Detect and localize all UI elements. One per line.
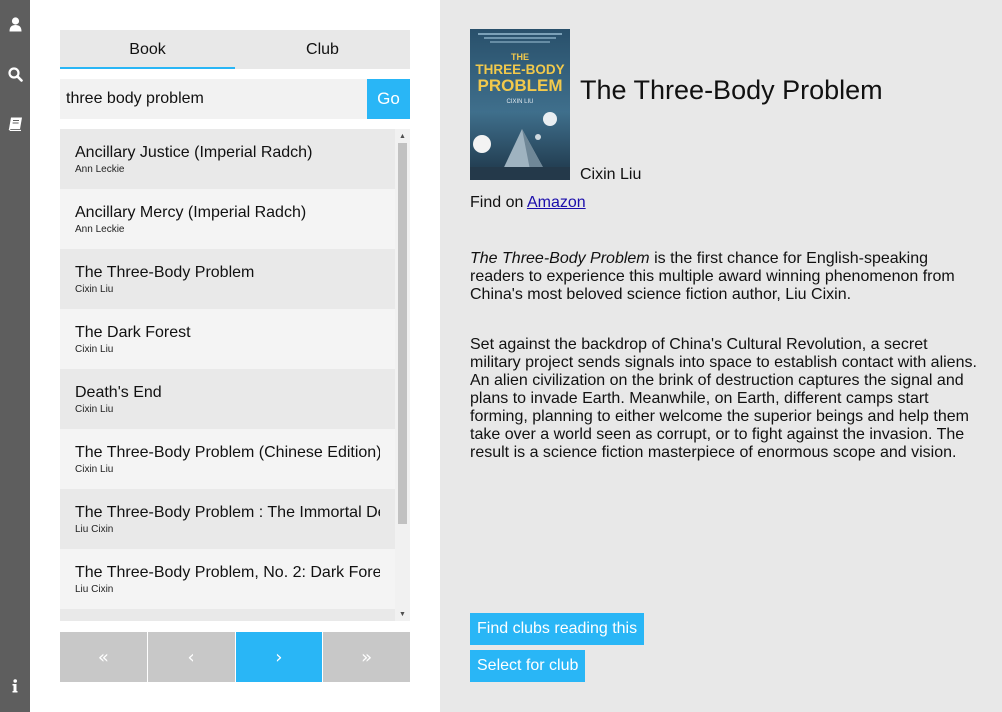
book-icon <box>8 117 23 131</box>
item-title: The Three-Body Problem (Chinese Edition) <box>75 444 380 461</box>
item-author: Cixin Liu <box>75 344 114 355</box>
tab-club[interactable]: Club <box>235 30 410 69</box>
item-author: Cixin Liu <box>75 404 114 415</box>
first-page-button[interactable]: « <box>60 632 147 682</box>
list-item[interactable]: The Three-Body Problem, No. 2: Dark Fore… <box>60 549 395 609</box>
list-item[interactable]: The Three-Body Problem (Chinese Edition)… <box>60 429 395 489</box>
item-title: Ancillary Justice (Imperial Radch) <box>75 144 313 161</box>
scroll-thumb[interactable] <box>398 143 407 524</box>
description-paragraph: The Three-Body Problem is the first chan… <box>470 250 980 304</box>
search-panel: Book Club Go Ancillary Justice (Imperial… <box>30 0 440 712</box>
list-item[interactable]: The Three-Body Problem Cixin Liu <box>60 249 395 309</box>
tab-bar: Book Club <box>60 30 410 69</box>
prev-page-button[interactable]: ‹ <box>147 632 235 682</box>
results-list-container: Ancillary Justice (Imperial Radch) Ann L… <box>60 129 410 621</box>
results-list[interactable]: Ancillary Justice (Imperial Radch) Ann L… <box>60 129 395 621</box>
book-author: Cixin Liu <box>580 166 642 183</box>
info-icon <box>12 679 18 693</box>
book-description: The Three-Body Problem is the first chan… <box>470 250 980 494</box>
pagination: « ‹ › » <box>60 632 410 682</box>
item-title: Ancillary Mercy (Imperial Radch) <box>75 204 307 221</box>
books-nav-button[interactable] <box>0 109 30 139</box>
cover-title-line2: THREE-BODY <box>475 62 564 77</box>
last-page-button[interactable]: » <box>323 632 410 682</box>
scroll-up-arrow-icon[interactable]: ▲ <box>395 129 410 143</box>
item-author: Liu Cixin <box>75 584 114 595</box>
item-title: The Three-Body Problem <box>75 264 255 281</box>
search-bar: Go <box>60 79 410 119</box>
item-title: The Three-Body Problem : The Immortal De <box>75 504 380 521</box>
find-on-line: Find on Amazon <box>470 194 586 212</box>
list-item[interactable]: Ancillary Mercy (Imperial Radch) Ann Lec… <box>60 189 395 249</box>
description-paragraph: Set against the backdrop of China's Cult… <box>470 336 977 461</box>
scroll-down-arrow-icon[interactable]: ▼ <box>395 607 410 621</box>
select-for-club-button[interactable]: Select for club <box>470 650 586 682</box>
list-item[interactable]: The Dark Forest Cixin Liu <box>60 309 395 369</box>
cover-title-line1: THE <box>511 52 529 62</box>
list-item[interactable]: Death's End Cixin Liu <box>60 369 395 429</box>
find-on-prefix: Find on <box>470 194 524 211</box>
user-button[interactable] <box>0 9 30 39</box>
item-author: Ann Leckie <box>75 224 125 235</box>
find-clubs-button[interactable]: Find clubs reading this <box>470 613 645 645</box>
search-nav-button[interactable] <box>0 59 30 89</box>
book-cover-image: THE THREE-BODY PROBLEM CIXIN LIU <box>470 29 570 180</box>
results-scrollbar[interactable]: ▲ ▼ <box>395 129 410 621</box>
sidebar-rail <box>0 0 30 712</box>
tab-club-label: Club <box>306 40 339 58</box>
description-emphasis: The Three-Body Problem <box>470 250 650 267</box>
item-author: Cixin Liu <box>75 284 114 295</box>
go-button[interactable]: Go <box>367 79 410 119</box>
book-detail-panel: THE THREE-BODY PROBLEM CIXIN LIU The Thr… <box>440 0 1002 712</box>
cover-title-line3: PROBLEM <box>478 76 563 95</box>
amazon-link[interactable]: Amazon <box>527 194 586 211</box>
item-author: Ann Leckie <box>75 164 125 175</box>
tab-book-label: Book <box>129 40 166 58</box>
tab-book[interactable]: Book <box>60 30 235 69</box>
list-item[interactable]: Ancillary Justice (Imperial Radch) Ann L… <box>60 129 395 189</box>
next-page-button[interactable]: › <box>235 632 323 682</box>
search-input[interactable] <box>60 79 367 119</box>
item-title: Death's End <box>75 384 162 401</box>
list-item[interactable] <box>60 609 395 621</box>
item-author: Liu Cixin <box>75 524 114 535</box>
item-title: The Three-Body Problem, No. 2: Dark Fore <box>75 564 380 581</box>
item-author: Cixin Liu <box>75 464 114 475</box>
list-item[interactable]: The Three-Body Problem : The Immortal De… <box>60 489 395 549</box>
item-title: The Dark Forest <box>75 324 191 341</box>
cover-author: CIXIN LIU <box>506 99 533 105</box>
user-icon <box>9 16 22 32</box>
info-button[interactable] <box>0 671 30 701</box>
book-title: The Three-Body Problem <box>580 75 883 105</box>
search-icon <box>7 66 23 82</box>
